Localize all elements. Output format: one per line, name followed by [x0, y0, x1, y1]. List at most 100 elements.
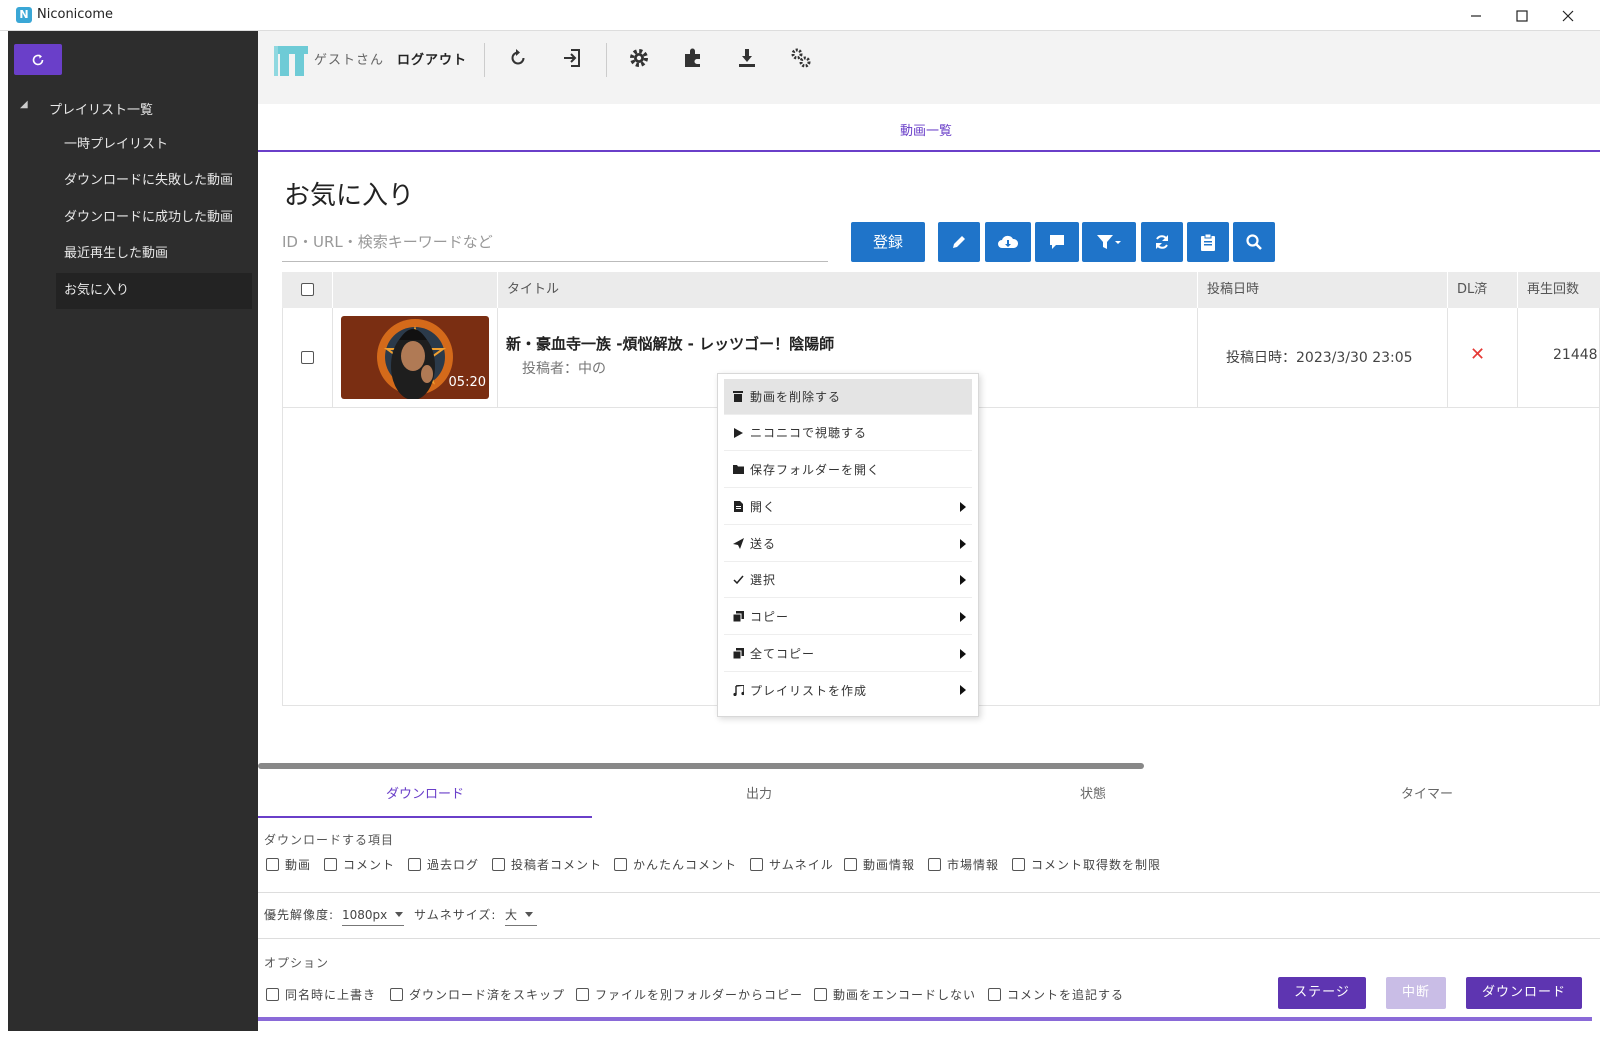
- checkbox-label: かんたんコメント: [633, 858, 738, 872]
- login-icon[interactable]: [560, 46, 584, 70]
- checkbox-label: ダウンロード済をスキップ: [409, 988, 566, 1002]
- download-icon[interactable]: [735, 46, 759, 70]
- tab-video-list[interactable]: 動画一覧: [858, 120, 994, 139]
- maximize-button[interactable]: [1499, 0, 1545, 31]
- menu-item-label: ニコニコで視聴する: [750, 426, 868, 440]
- select-all-checkbox[interactable]: [301, 283, 314, 296]
- download-items-label: ダウンロードする項目: [264, 833, 395, 847]
- title-column-header[interactable]: タイトル: [497, 272, 1197, 308]
- checkbox-easy-comment[interactable]: かんたんコメント: [614, 856, 737, 873]
- sync-button[interactable]: [1141, 222, 1183, 262]
- progress-bar: [258, 1017, 1592, 1021]
- not-downloaded-icon: ✕: [1470, 344, 1486, 365]
- row-checkbox[interactable]: [301, 351, 314, 364]
- menu-item-copy[interactable]: コピー: [724, 599, 972, 635]
- checkbox-box: [614, 858, 627, 871]
- logout-button[interactable]: ログアウト: [397, 49, 467, 68]
- close-icon: [1562, 10, 1574, 21]
- menu-item-open-save-folder[interactable]: 保存フォルダーを開く: [724, 452, 972, 488]
- checkbox-market-info[interactable]: 市場情報: [928, 856, 999, 873]
- tab-status[interactable]: 状態: [926, 772, 1260, 818]
- sidebar-item-download-failed[interactable]: ダウンロードに失敗した動画: [64, 163, 260, 199]
- resolution-select[interactable]: 1080px: [342, 904, 404, 926]
- checkbox-box: [750, 858, 763, 871]
- filter-button[interactable]: [1082, 222, 1136, 262]
- cloud-download-button[interactable]: [985, 222, 1031, 262]
- menu-item-delete-video[interactable]: 動画を削除する: [724, 379, 972, 415]
- checkbox-label: コメントを追記する: [1007, 988, 1125, 1002]
- plugin-icon[interactable]: [681, 46, 705, 70]
- close-button[interactable]: [1545, 0, 1591, 31]
- tab-download[interactable]: ダウンロード: [258, 772, 592, 818]
- checkbox-box: [1012, 858, 1025, 871]
- horizontal-scrollbar[interactable]: [258, 763, 1144, 769]
- toolbar-divider: [484, 43, 485, 77]
- register-button[interactable]: 登録: [851, 222, 925, 262]
- minimize-icon: [1471, 14, 1481, 17]
- comment-button[interactable]: [1035, 222, 1079, 262]
- search-button[interactable]: [1233, 222, 1275, 262]
- undo-icon[interactable]: [506, 46, 530, 70]
- menu-item-watch-niconico[interactable]: ニコニコで視聴する: [724, 415, 972, 451]
- checkbox-box: [390, 988, 403, 1001]
- app-icon: N: [16, 7, 32, 23]
- posted-column-header[interactable]: 投稿日時: [1197, 272, 1447, 308]
- stage-button[interactable]: ステージ: [1278, 977, 1366, 1009]
- checkbox-limit-comments[interactable]: コメント取得数を制限: [1012, 856, 1161, 873]
- menu-item-send[interactable]: 送る: [724, 526, 972, 562]
- checkbox-copy-from-folder[interactable]: ファイルを別フォルダーからコピー: [576, 986, 803, 1003]
- sidebar-item-recently-played[interactable]: 最近再生した動画: [64, 236, 260, 272]
- sidebar-refresh-button[interactable]: [14, 44, 62, 75]
- checkbox-box: [988, 988, 1001, 1001]
- thumbnail-size-select[interactable]: 大: [505, 904, 537, 926]
- checkbox-label: 市場情報: [947, 858, 1000, 872]
- minimize-button[interactable]: [1453, 0, 1499, 31]
- views-column-header[interactable]: 再生回数: [1517, 272, 1600, 308]
- column-divider: [1447, 308, 1448, 408]
- menu-item-select[interactable]: 選択: [724, 562, 972, 598]
- checkbox-past-log[interactable]: 過去ログ: [408, 856, 479, 873]
- menu-item-copy-all[interactable]: 全てコピー: [724, 636, 972, 672]
- checkbox-no-encode[interactable]: 動画をエンコードしない: [814, 986, 976, 1003]
- clipboard-icon: [1201, 233, 1215, 251]
- checkbox-box: [408, 858, 421, 871]
- tab-timer[interactable]: タイマー: [1260, 772, 1594, 818]
- trash-icon: [726, 391, 750, 402]
- folder-icon: [726, 465, 750, 474]
- sidebar-item-favorites[interactable]: お気に入り: [56, 273, 252, 309]
- checkbox-video-info[interactable]: 動画情報: [844, 856, 915, 873]
- menu-item-open[interactable]: 開く: [724, 489, 972, 525]
- menu-item-create-playlist[interactable]: プレイリストを作成: [724, 672, 972, 708]
- cancel-button[interactable]: 中断: [1386, 977, 1446, 1009]
- menu-item-label: 動画を削除する: [750, 390, 842, 404]
- edit-button[interactable]: [938, 222, 980, 262]
- checkbox-owner-comment[interactable]: 投稿者コメント: [492, 856, 602, 873]
- music-icon: [726, 684, 750, 696]
- resolution-value: 1080px: [342, 907, 388, 922]
- playlist-tree-root[interactable]: プレイリスト一覧: [49, 99, 153, 118]
- submenu-arrow-icon: [960, 611, 966, 622]
- checkbox-video[interactable]: 動画: [266, 856, 311, 873]
- sidebar-item-temp-playlist[interactable]: 一時プレイリスト: [64, 127, 260, 163]
- checkbox-box: [576, 988, 589, 1001]
- sidebar-item-download-succeeded[interactable]: ダウンロードに成功した動画: [64, 200, 260, 236]
- download-button[interactable]: ダウンロード: [1466, 977, 1582, 1009]
- checkbox-comment[interactable]: コメント: [324, 856, 395, 873]
- gears-icon[interactable]: [789, 46, 813, 70]
- tab-output[interactable]: 出力: [592, 772, 926, 818]
- checkbox-overwrite[interactable]: 同名時に上書き: [266, 986, 376, 1003]
- menu-item-label: 全てコピー: [750, 647, 816, 661]
- clipboard-button[interactable]: [1187, 222, 1229, 262]
- menu-item-label: 選択: [750, 573, 777, 587]
- submenu-arrow-icon: [960, 538, 966, 549]
- checkbox-skip-downloaded[interactable]: ダウンロード済をスキップ: [390, 986, 565, 1003]
- search-input[interactable]: [282, 222, 828, 262]
- tree-collapse-icon[interactable]: ◢: [20, 99, 28, 110]
- downloaded-column-header[interactable]: DL済: [1447, 272, 1517, 308]
- checkbox-box: [844, 858, 857, 871]
- comment-icon: [1050, 235, 1064, 249]
- checkbox-append-comments[interactable]: コメントを追記する: [988, 986, 1124, 1003]
- checkbox-thumbnail[interactable]: サムネイル: [750, 856, 834, 873]
- checkbox-box: [266, 988, 279, 1001]
- settings-icon[interactable]: [627, 46, 651, 70]
